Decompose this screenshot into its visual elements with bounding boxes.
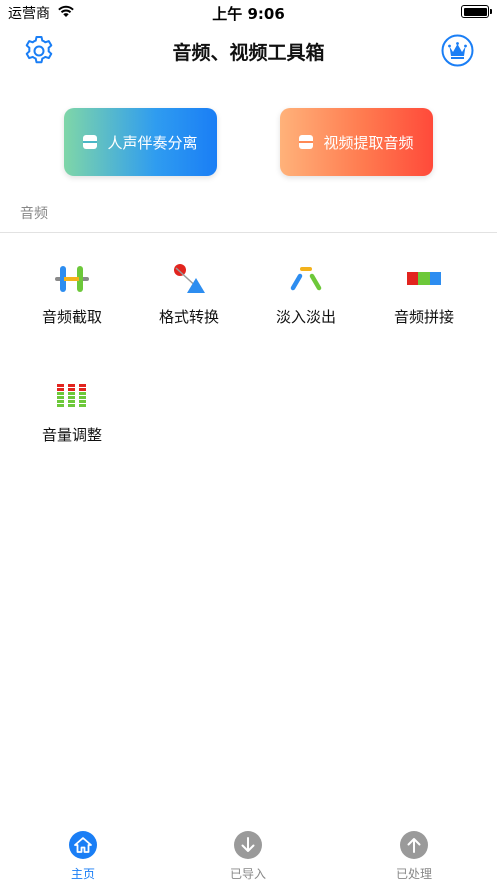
vocal-separation-button[interactable]: 人声伴奏分离 (64, 108, 217, 176)
download-arrow-icon (234, 831, 262, 859)
fade-icon (290, 267, 322, 291)
page-title: 音频、视频工具箱 (172, 42, 325, 64)
battery-icon (461, 5, 492, 18)
status-bar: 运营商 上午 9:06 (0, 0, 497, 24)
format-convert-icon (174, 264, 205, 293)
tool-fade[interactable]: 淡入淡出 (256, 264, 356, 344)
tool-label: 音频截取 (41, 308, 102, 326)
video-extract-icon (299, 135, 314, 149)
tab-imported[interactable]: 已导入 (188, 826, 308, 883)
header: 音频、视频工具箱 (0, 28, 497, 74)
tab-label: 主页 (70, 867, 95, 881)
tool-audio-cut[interactable]: 音频截取 (22, 264, 122, 344)
volume-adjust-icon (57, 384, 86, 407)
audio-cut-icon (55, 266, 89, 292)
tab-processed[interactable]: 已处理 (354, 826, 474, 883)
upload-arrow-icon (400, 831, 428, 859)
tab-label: 已导入 (229, 867, 266, 881)
tool-volume-adjust[interactable]: 音量调整 (22, 382, 122, 462)
video-extract-audio-button[interactable]: 视频提取音频 (280, 108, 433, 176)
vocal-separation-icon (83, 135, 98, 149)
home-icon (69, 831, 97, 859)
tab-home[interactable]: 主页 (23, 826, 143, 883)
audio-merge-icon (407, 272, 441, 285)
tool-label: 音频拼接 (393, 308, 454, 326)
video-extract-label: 视频提取音频 (323, 133, 414, 152)
tool-label: 音量调整 (41, 426, 102, 444)
divider (0, 232, 497, 233)
crown-icon[interactable] (441, 34, 474, 67)
tab-label: 已处理 (395, 867, 432, 881)
tool-label: 淡入淡出 (275, 308, 336, 326)
tool-label: 格式转换 (158, 308, 219, 326)
status-time: 上午 9:06 (212, 5, 285, 23)
section-label-audio: 音频 (20, 206, 48, 222)
vocal-separation-label: 人声伴奏分离 (107, 133, 198, 152)
tool-format-convert[interactable]: 格式转换 (139, 264, 239, 344)
tool-audio-merge[interactable]: 音频拼接 (374, 264, 474, 344)
tab-bar: 主页 已导入 已处理 (0, 826, 497, 883)
